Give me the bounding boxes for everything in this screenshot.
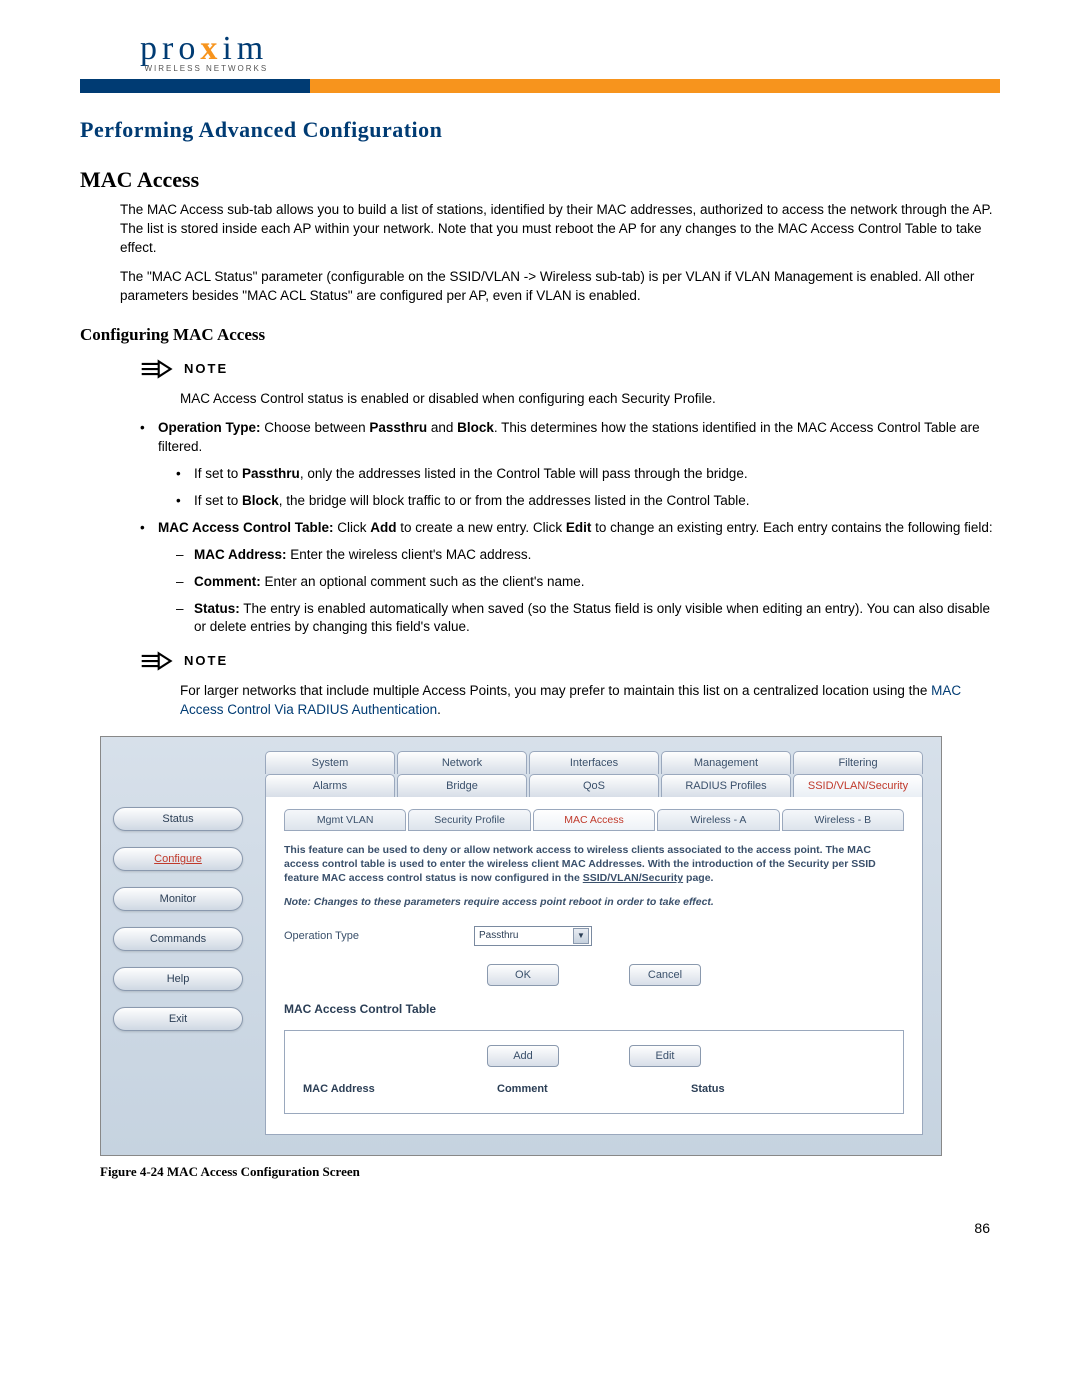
note-1-body: MAC Access Control status is enabled or … <box>180 390 1000 409</box>
add-button[interactable]: Add <box>487 1045 559 1067</box>
table-headers: MAC Address Comment Status <box>303 1083 885 1095</box>
select-value: Passthru <box>479 930 518 941</box>
logo-sub: WIRELESS NETWORKS <box>140 64 268 73</box>
reboot-note: Note: Changes to these parameters requir… <box>284 896 904 908</box>
nav-exit[interactable]: Exit <box>113 1007 243 1031</box>
tab-management[interactable]: Management <box>661 751 791 774</box>
col-comment: Comment <box>497 1083 691 1095</box>
nav-status[interactable]: Status <box>113 807 243 831</box>
dash-mac-address: MAC Address: Enter the wireless client's… <box>176 546 1000 565</box>
tab-interfaces[interactable]: Interfaces <box>529 751 659 774</box>
operation-type-select[interactable]: Passthru ▼ <box>474 926 592 946</box>
bullet-list: Operation Type: Choose between Passthru … <box>140 419 1000 637</box>
col-status: Status <box>691 1083 885 1095</box>
tab-qos[interactable]: QoS <box>529 774 659 797</box>
nav-configure[interactable]: Configure <box>113 847 243 871</box>
sub-bullet-block: If set to Block, the bridge will block t… <box>176 492 1000 511</box>
logo-post: im <box>222 30 268 67</box>
note-label: NOTE <box>184 651 228 668</box>
tab-system[interactable]: System <box>265 751 395 774</box>
subtab-wireless-a[interactable]: Wireless - A <box>657 809 779 831</box>
subtab-mgmt-vlan[interactable]: Mgmt VLAN <box>284 809 406 831</box>
nav-commands[interactable]: Commands <box>113 927 243 951</box>
tab-ssid-vlan-security[interactable]: SSID/VLAN/Security <box>793 774 923 797</box>
subtab-security-profile[interactable]: Security Profile <box>408 809 530 831</box>
operation-type-row: Operation Type Passthru ▼ <box>284 926 904 946</box>
note-1: NOTE <box>140 359 1000 384</box>
note-2-body: For larger networks that include multipl… <box>180 682 1000 720</box>
operation-type-label: Operation Type <box>284 930 434 942</box>
logo-x: x <box>200 30 222 67</box>
page-number: 86 <box>80 1220 1000 1236</box>
table-title: MAC Access Control Table <box>284 1002 904 1016</box>
topic-heading: MAC Access <box>80 167 1000 193</box>
cancel-button[interactable]: Cancel <box>629 964 701 986</box>
section-title: Performing Advanced Configuration <box>80 117 1000 143</box>
content-area: Mgmt VLAN Security Profile MAC Access Wi… <box>265 797 923 1135</box>
header-bar <box>80 79 1000 93</box>
bullet-mac-table: MAC Access Control Table: Click Add to c… <box>140 519 1000 637</box>
sub-bullet-passthru: If set to Passthru, only the addresses l… <box>176 465 1000 484</box>
logo-pre: pro <box>140 30 200 67</box>
bullet-operation-type: Operation Type: Choose between Passthru … <box>140 419 1000 511</box>
tab-radius[interactable]: RADIUS Profiles <box>661 774 791 797</box>
subtab-mac-access[interactable]: MAC Access <box>533 809 655 831</box>
nav-monitor[interactable]: Monitor <box>113 887 243 911</box>
dash-comment: Comment: Enter an optional comment such … <box>176 573 1000 592</box>
tab-network[interactable]: Network <box>397 751 527 774</box>
subtab-wireless-b[interactable]: Wireless - B <box>782 809 904 831</box>
config-screenshot: Status Configure Monitor Commands Help E… <box>100 736 942 1156</box>
note-arrow-icon <box>140 651 174 676</box>
side-nav: Status Configure Monitor Commands Help E… <box>101 737 255 1155</box>
col-mac: MAC Address <box>303 1083 497 1095</box>
mac-table-box: Add Edit MAC Address Comment Status <box>284 1030 904 1114</box>
nav-help[interactable]: Help <box>113 967 243 991</box>
tab-alarms[interactable]: Alarms <box>265 774 395 797</box>
tab-bridge[interactable]: Bridge <box>397 774 527 797</box>
logo: proxim WIRELESS NETWORKS <box>80 30 1000 73</box>
chevron-down-icon: ▼ <box>573 928 589 944</box>
note-arrow-icon <box>140 359 174 384</box>
note-2: NOTE <box>140 651 1000 676</box>
tab-row-2: Alarms Bridge QoS RADIUS Profiles SSID/V… <box>265 774 923 797</box>
tab-filtering[interactable]: Filtering <box>793 751 923 774</box>
figure-caption: Figure 4-24 MAC Access Configuration Scr… <box>100 1164 1000 1180</box>
paragraph-1: The MAC Access sub-tab allows you to bui… <box>120 201 1000 258</box>
dash-status: Status: The entry is enabled automatical… <box>176 600 1000 638</box>
edit-button[interactable]: Edit <box>629 1045 701 1067</box>
note-label: NOTE <box>184 359 228 376</box>
paragraph-2: The "MAC ACL Status" parameter (configur… <box>120 268 1000 306</box>
subtopic-heading: Configuring MAC Access <box>80 325 1000 345</box>
tab-row-1: System Network Interfaces Management Fil… <box>265 751 923 774</box>
sub-tab-row: Mgmt VLAN Security Profile MAC Access Wi… <box>284 809 904 831</box>
ok-button[interactable]: OK <box>487 964 559 986</box>
feature-description: This feature can be used to deny or allo… <box>284 843 904 886</box>
